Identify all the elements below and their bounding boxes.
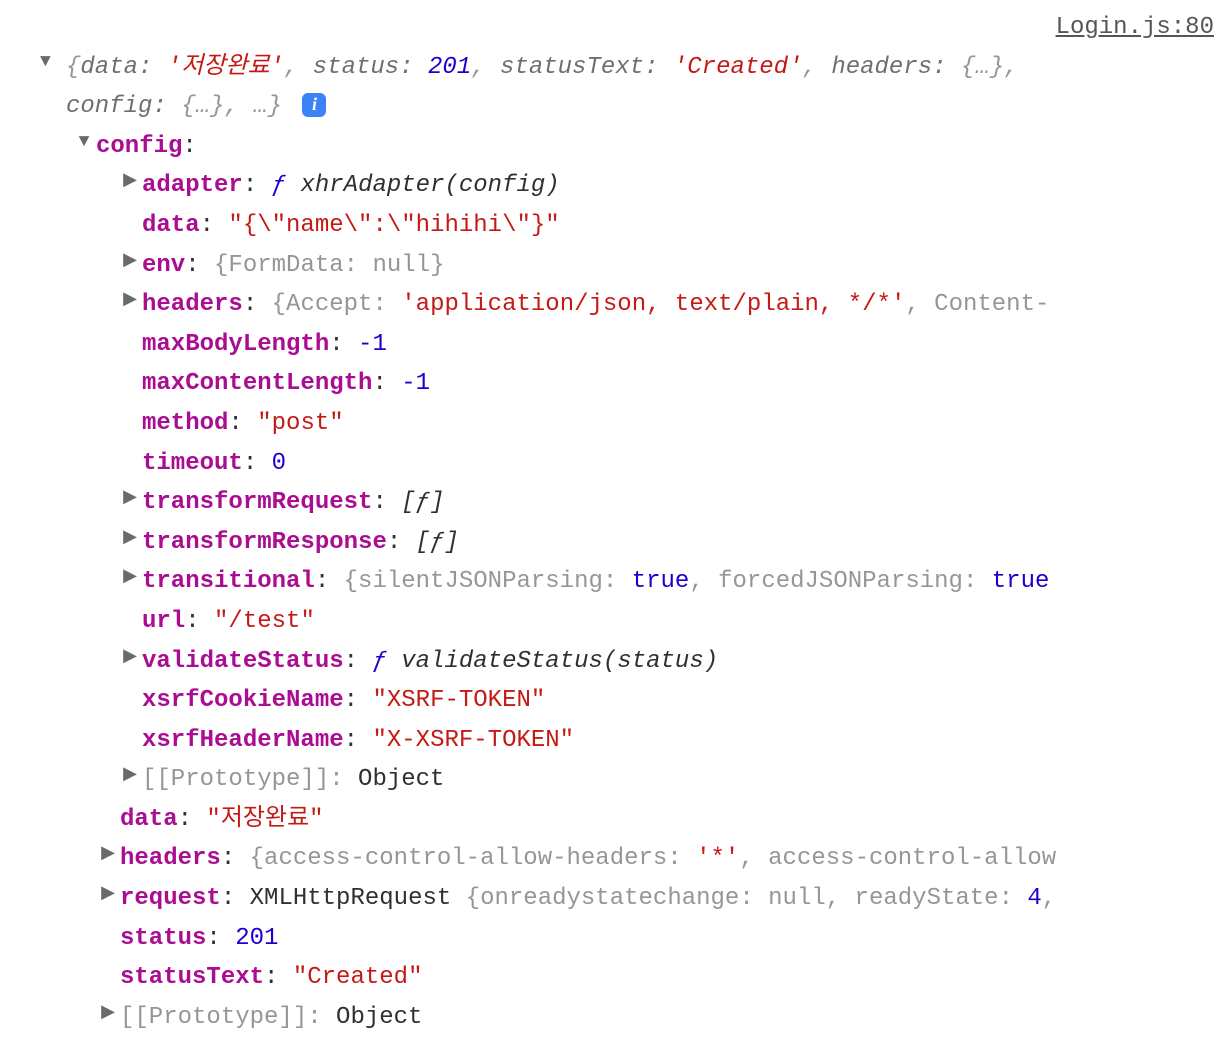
tree-node-xsrfCookieName[interactable]: ▶ xsrfCookieName: "XSRF-TOKEN" (10, 681, 1218, 721)
chevron-right-icon[interactable]: ▶ (120, 563, 140, 593)
tree-node-transformRequest[interactable]: ▶ transformRequest: [ƒ] (10, 483, 1218, 523)
source-link[interactable]: Login.js:80 (1056, 14, 1214, 41)
tree-node-url[interactable]: ▶ url: "/test" (10, 602, 1218, 642)
chevron-right-icon[interactable]: ▶ (120, 643, 140, 673)
tree-node-config-prototype[interactable]: ▶ [[Prototype]]: Object (10, 760, 1218, 800)
tree-node-env[interactable]: ▶ env: {FormData: null} (10, 246, 1218, 286)
tree-node-xsrfHeaderName[interactable]: ▶ xsrfHeaderName: "X-XSRF-TOKEN" (10, 721, 1218, 761)
tree-node-statusText[interactable]: ▶ statusText: "Created" (10, 958, 1218, 998)
chevron-right-icon[interactable]: ▶ (98, 999, 118, 1029)
tree-node-maxBodyLength[interactable]: ▶ maxBodyLength: -1 (10, 325, 1218, 365)
chevron-right-icon[interactable]: ▶ (98, 840, 118, 870)
tree-node-status[interactable]: ▶ status: 201 (10, 919, 1218, 959)
expand-toggle-icon[interactable]: ▼ (40, 48, 51, 78)
chevron-right-icon[interactable]: ▶ (120, 167, 140, 197)
tree-node-prototype[interactable]: ▶ [[Prototype]]: Object (10, 998, 1218, 1038)
tree-node-validateStatus[interactable]: ▶ validateStatus: ƒ validateStatus(statu… (10, 642, 1218, 682)
chevron-right-icon[interactable]: ▶ (98, 880, 118, 910)
tree-node-timeout[interactable]: ▶ timeout: 0 (10, 444, 1218, 484)
tree-node-method[interactable]: ▶ method: "post" (10, 404, 1218, 444)
source-link-row: Login.js:80 (10, 8, 1218, 48)
tree-node-headers[interactable]: ▶ headers: {access-control-allow-headers… (10, 839, 1218, 879)
tree-node-config-data[interactable]: ▶ data: "{\"name\":\"hihihi\"}" (10, 206, 1218, 246)
key-config: config (96, 133, 182, 160)
chevron-right-icon[interactable]: ▶ (120, 484, 140, 514)
chevron-right-icon[interactable]: ▶ (120, 247, 140, 277)
tree-node-maxContentLength[interactable]: ▶ maxContentLength: -1 (10, 364, 1218, 404)
info-icon[interactable]: i (302, 93, 326, 117)
tree-node-request[interactable]: ▶ request: XMLHttpRequest {onreadystatec… (10, 879, 1218, 919)
chevron-right-icon[interactable]: ▶ (120, 286, 140, 316)
tree-node-data[interactable]: ▶ data: "저장완료" (10, 800, 1218, 840)
chevron-right-icon[interactable]: ▶ (120, 524, 140, 554)
chevron-right-icon[interactable]: ▶ (120, 761, 140, 791)
tree-node-adapter[interactable]: ▶ adapter: ƒ xhrAdapter(config) (10, 166, 1218, 206)
tree-node-transformResponse[interactable]: ▶ transformResponse: [ƒ] (10, 523, 1218, 563)
tree-node-config-headers[interactable]: ▶ headers: {Accept: 'application/json, t… (10, 285, 1218, 325)
chevron-down-icon[interactable]: ▼ (74, 128, 94, 158)
tree-node-config[interactable]: ▼ config: (10, 127, 1218, 167)
tree-node-transitional[interactable]: ▶ transitional: {silentJSONParsing: true… (10, 562, 1218, 602)
object-summary[interactable]: ▼ {data: '저장완료', status: 201, statusText… (10, 48, 1218, 127)
